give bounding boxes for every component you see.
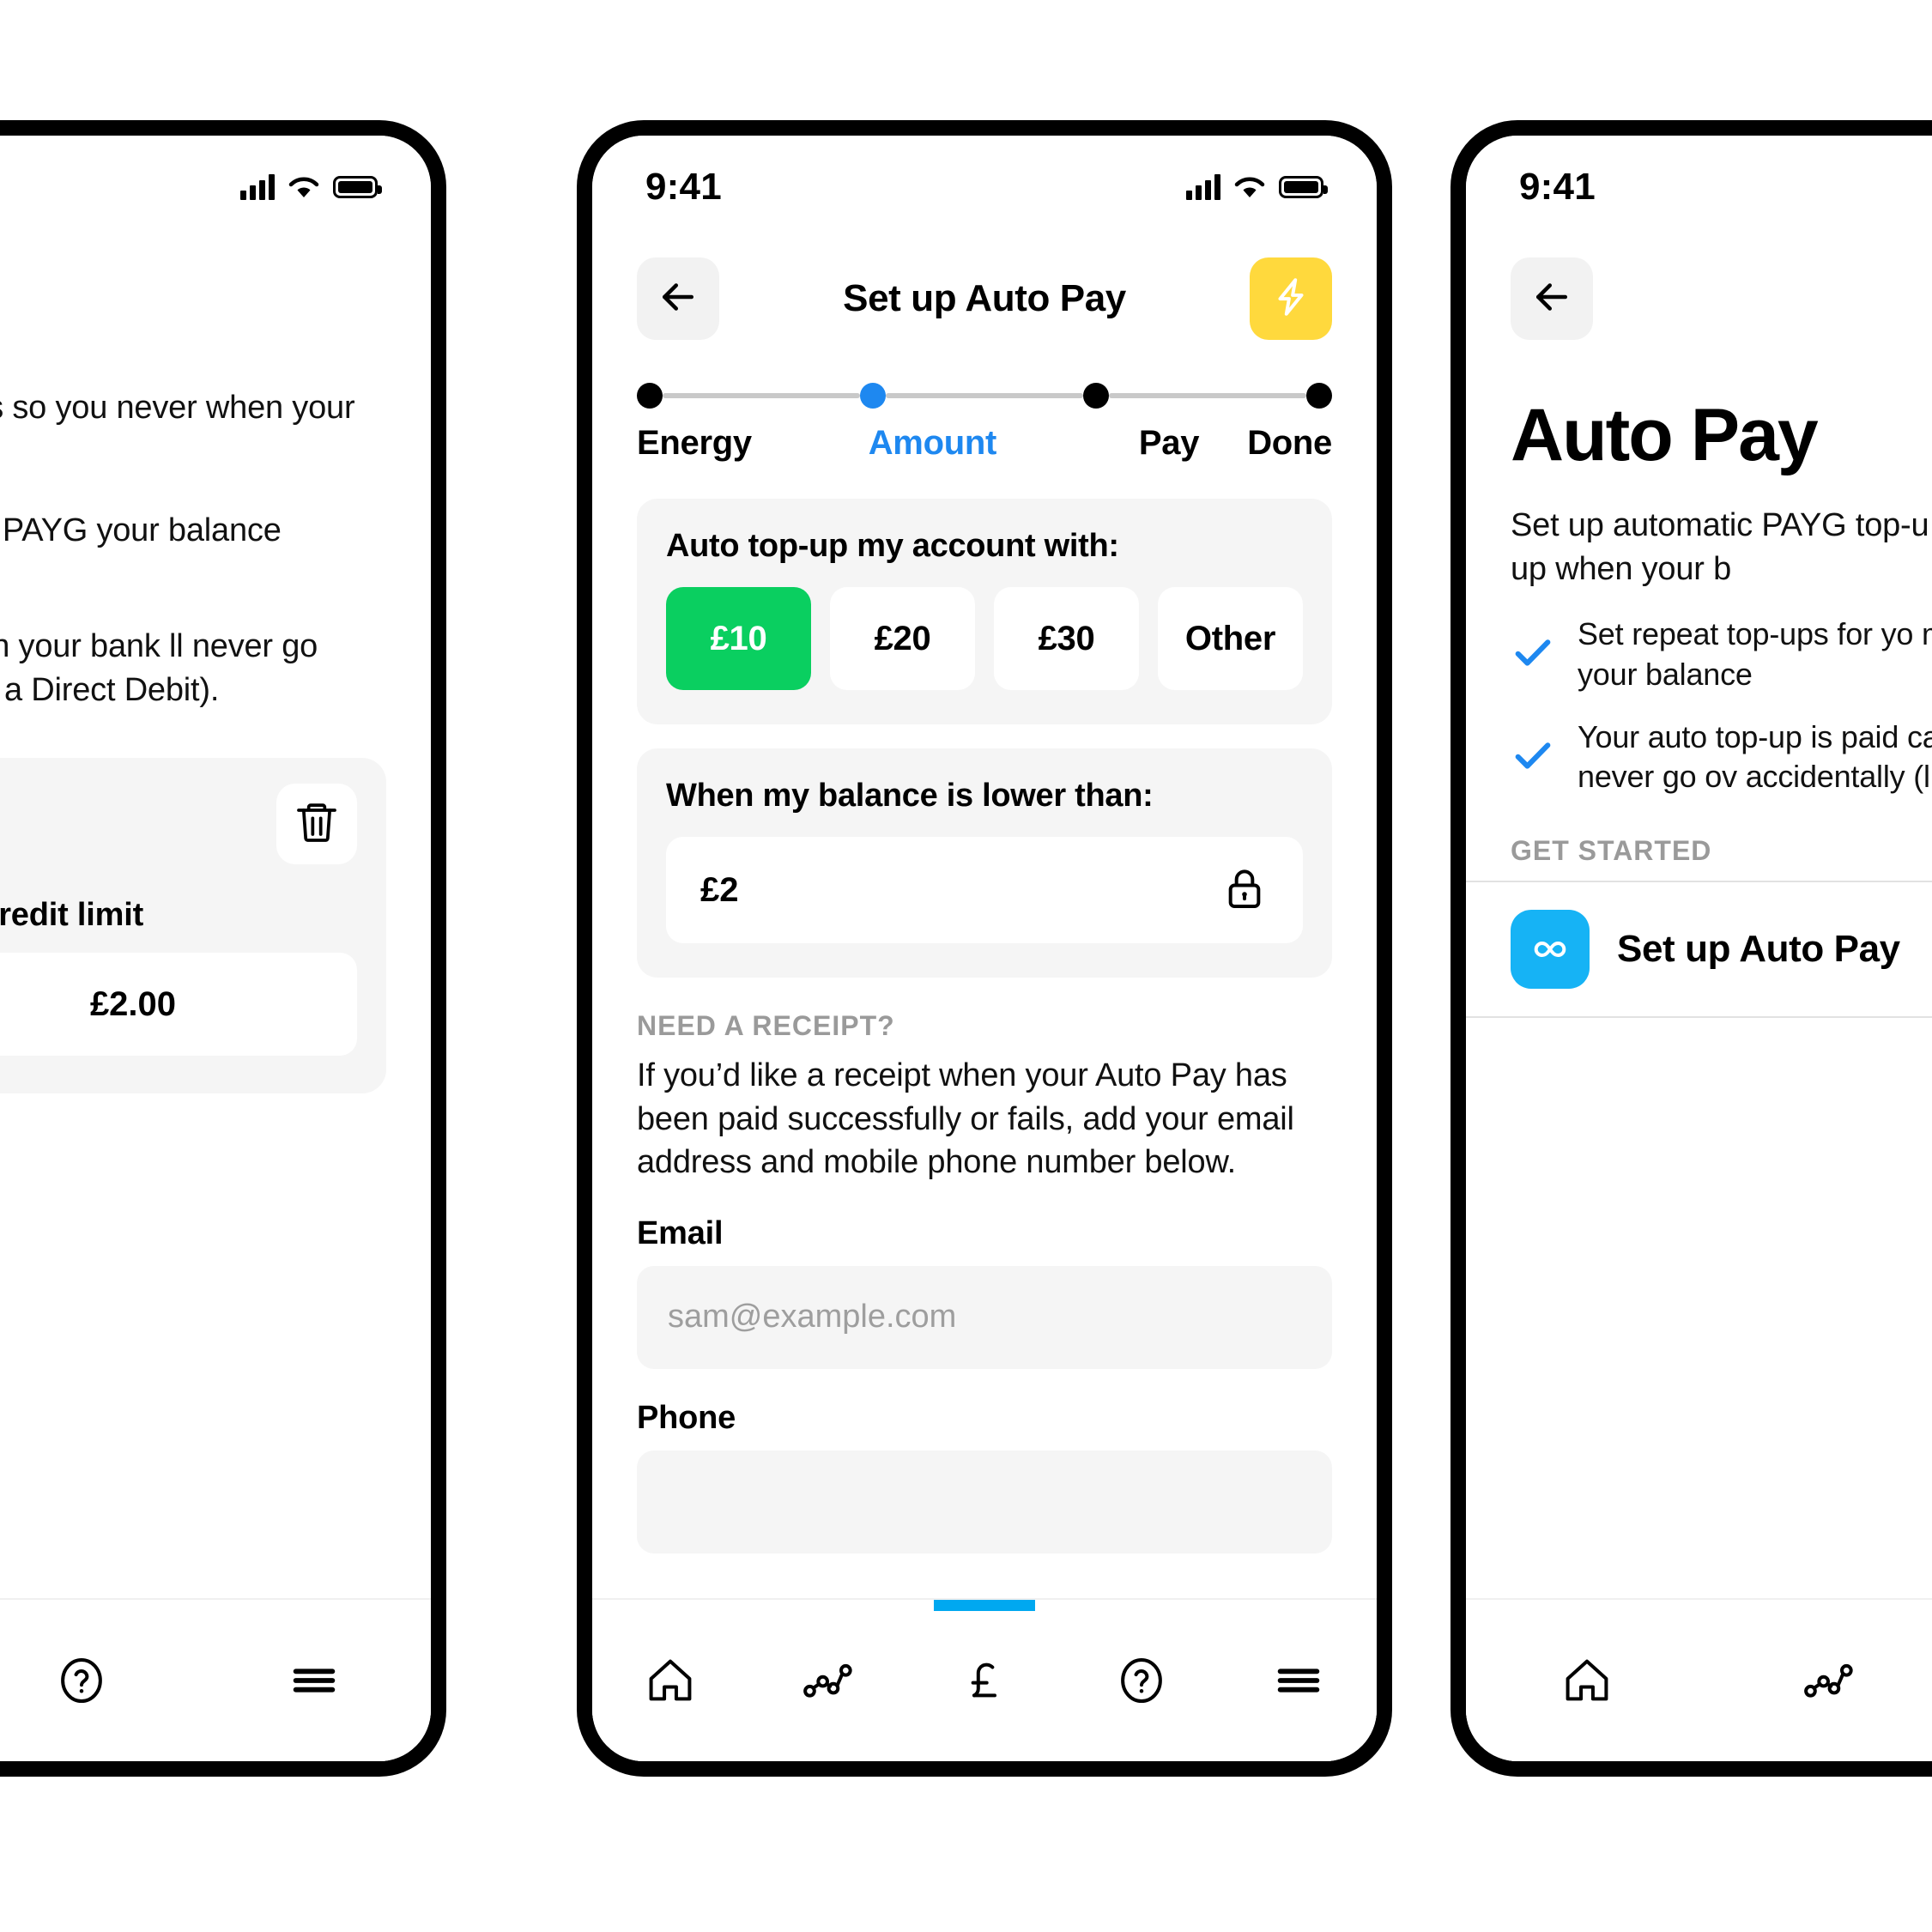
email-label: Email <box>637 1214 724 1251</box>
trash-icon <box>293 798 341 851</box>
lock-icon <box>1220 864 1269 917</box>
threshold-card-title: When my balance is lower than: <box>666 778 1154 814</box>
stepper-labels: Energy Amount Pay Done <box>637 424 1332 463</box>
intro-text: Set up automatic PAYG top-u forget to to… <box>1511 507 1932 587</box>
tab-bar-left <box>0 1598 431 1761</box>
step-line-3 <box>1109 393 1306 398</box>
email-input[interactable]: sam@example.com <box>637 1265 1332 1369</box>
page-title: Auto Pay <box>0 277 386 320</box>
setup-auto-pay-row[interactable]: Set up Auto Pay <box>1466 881 1932 1019</box>
check-icon <box>1511 630 1555 679</box>
amount-option-other[interactable]: Other <box>1158 587 1303 690</box>
status-bar-middle: 9:41 <box>592 136 1377 239</box>
phone-left: Auto Pay c PAYG top-ups so you never whe… <box>0 120 446 1777</box>
arrow-left-icon <box>1529 274 1575 324</box>
list-item: Set repeat top-ups for yo meter when you… <box>1511 615 1932 695</box>
boost-button[interactable] <box>1250 257 1332 340</box>
step-label-amount: Amount <box>868 424 997 462</box>
amount-card: Auto top-up my account with: £10 £20 £30… <box>637 499 1332 724</box>
check-icon <box>1511 733 1555 782</box>
step-label-done: Done <box>1247 424 1332 462</box>
tab-home[interactable] <box>592 1600 749 1761</box>
left-body: c PAYG top-ups so you never when your ba… <box>0 352 431 712</box>
status-time: 9:41 <box>645 166 722 208</box>
receipt-eyebrow: NEED A RECEIPT? <box>637 1010 895 1041</box>
step-dot-pay[interactable] <box>1083 383 1109 409</box>
arrow-left-icon <box>655 274 701 324</box>
credit-limit-row: £2.00 <box>0 953 357 1057</box>
phone-input[interactable] <box>637 1450 1332 1553</box>
status-time: 9:41 <box>1519 166 1596 208</box>
screenshot-canvas: Auto Pay c PAYG top-ups so you never whe… <box>0 0 1932 1932</box>
step-line-1 <box>663 393 860 398</box>
tab-bar-middle <box>592 1598 1377 1761</box>
amount-card-title: Auto top-up my account with: <box>666 528 1119 564</box>
phone-label: Phone <box>637 1399 736 1436</box>
get-started-label: GET STARTED <box>1511 835 1712 867</box>
delete-button[interactable] <box>276 784 357 865</box>
list-item: Your auto top-up is paid card, so you’ll… <box>1511 718 1932 798</box>
stepper-track <box>637 383 1332 409</box>
left-paragraph-1: c PAYG top-ups so you never when your ba… <box>0 390 355 469</box>
setup-auto-pay-label: Set up Auto Pay <box>1617 928 1900 971</box>
credit-limit-value[interactable]: £2.00 <box>0 953 357 1057</box>
threshold-value-field[interactable]: £2 <box>666 837 1303 943</box>
step-dot-amount[interactable] <box>860 383 886 409</box>
phone-middle: 9:41 Set up Auto Pay Energy Amount Pay D… <box>577 120 1392 1777</box>
nav-header-right: Auto Pay <box>1466 239 1932 352</box>
tab-usage-right[interactable] <box>1707 1600 1932 1761</box>
infinity-icon <box>1511 910 1590 990</box>
credit-limit-card: Credit limit £2.00 <box>0 758 386 1094</box>
receipt-section: NEED A RECEIPT? If you’d like a receipt … <box>592 1002 1377 1553</box>
lightning-bolt-icon <box>1269 276 1312 323</box>
phone-right: 9:41 Auto Pay Auto Pay Set up automatic … <box>1451 120 1932 1777</box>
phone-right-screen: 9:41 Auto Pay Auto Pay Set up automatic … <box>1466 136 1932 1761</box>
step-label-pay: Pay <box>1138 424 1200 462</box>
amount-options: £10 £20 £30 Other <box>666 587 1303 690</box>
credit-limit-label: Credit limit <box>0 897 144 934</box>
tab-menu[interactable] <box>1220 1600 1377 1761</box>
hero-title: Auto Pay <box>1511 394 1819 476</box>
receipt-body: If you’d like a receipt when your Auto P… <box>637 1057 1294 1181</box>
wifi-icon <box>288 175 319 199</box>
threshold-card: When my balance is lower than: £2 <box>637 748 1332 978</box>
step-line-2 <box>886 393 1083 398</box>
back-button[interactable] <box>637 257 719 340</box>
nav-header-left: Auto Pay <box>0 239 431 352</box>
left-paragraph-3: o-up is paid with your bank ll never go … <box>0 628 318 708</box>
signal-bars-icon <box>240 174 275 200</box>
phone-middle-screen: 9:41 Set up Auto Pay Energy Amount Pay D… <box>592 136 1377 1761</box>
threshold-value: £2 <box>700 870 739 909</box>
tab-menu-left[interactable] <box>198 1600 431 1761</box>
tab-help-left[interactable] <box>0 1600 198 1761</box>
benefit-text-2: Your auto top-up is paid card, so you’ll… <box>1578 718 1932 795</box>
wifi-icon <box>1234 175 1265 199</box>
intro-section: Set up automatic PAYG top-u forget to to… <box>1466 478 1932 591</box>
benefit-text-1: Set repeat top-ups for yo meter when you… <box>1578 616 1932 692</box>
tab-usage[interactable] <box>749 1600 906 1761</box>
amount-option-30[interactable]: £30 <box>994 587 1139 690</box>
amount-option-20[interactable]: £20 <box>830 587 975 690</box>
nav-header-middle: Set up Auto Pay <box>592 239 1377 352</box>
left-paragraph-2: op-ups for your PAYG your balance reache… <box>0 512 282 549</box>
status-bar-right: 9:41 <box>1466 136 1932 239</box>
signal-bars-icon <box>1186 174 1220 200</box>
setup-stepper: Energy Amount Pay Done <box>592 352 1377 463</box>
benefit-list: Set repeat top-ups for yo meter when you… <box>1466 591 1932 797</box>
status-icons <box>1186 174 1328 200</box>
step-dot-energy[interactable] <box>637 383 663 409</box>
tab-home-right[interactable] <box>1466 1600 1707 1761</box>
back-button[interactable] <box>1511 257 1593 340</box>
amount-option-10[interactable]: £10 <box>666 587 811 690</box>
status-bar-left <box>0 136 431 239</box>
tab-help[interactable] <box>1063 1600 1220 1761</box>
battery-icon <box>333 176 382 198</box>
status-icons <box>240 174 382 200</box>
email-placeholder: sam@example.com <box>668 1299 957 1335</box>
tab-pound[interactable] <box>906 1600 1063 1761</box>
step-dot-done[interactable] <box>1306 383 1332 409</box>
tab-bar-right <box>1466 1598 1932 1761</box>
battery-icon <box>1279 176 1328 198</box>
phone-left-screen: Auto Pay c PAYG top-ups so you never whe… <box>0 136 431 1761</box>
